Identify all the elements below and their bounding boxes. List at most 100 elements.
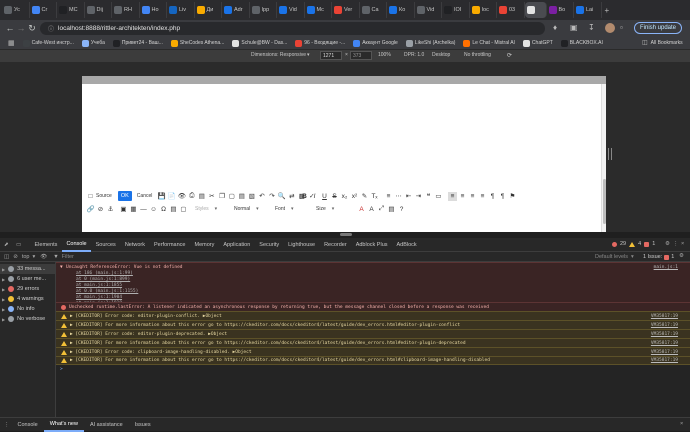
devtools-tab[interactable]: Lighthouse [284,238,320,252]
settings-icon[interactable]: ⚙ [665,241,670,247]
indent-icon[interactable]: ⇥ [414,192,423,201]
sidebar-filter-item[interactable]: ▶ 33 messa... [0,264,55,274]
levels-select[interactable]: Default levels ▾ [595,254,634,260]
save-icon[interactable]: 💾 [157,192,166,201]
undo-icon[interactable]: ↶ [257,192,266,201]
cancel-button[interactable]: Cancel [137,193,153,199]
devtools-tab[interactable]: Performance [149,238,190,252]
devtools-tab[interactable]: Console [61,238,92,252]
all-bookmarks[interactable]: ◫ All Bookmarks [642,39,683,47]
finish-update-button[interactable]: Finish update [634,22,683,34]
devtools-tab[interactable]: AdBlock [392,238,421,252]
more-icon[interactable]: ⋮ [673,241,679,247]
new-page-icon[interactable]: 📄 [167,192,176,201]
address-input[interactable]: ⓘ localhost:8888/rittler-architekten/ind… [40,22,545,35]
browser-tab[interactable]: Ус [2,2,30,18]
devtools-tab[interactable]: Sources [91,238,120,252]
close-icon[interactable]: × [681,241,684,247]
copy-format-icon[interactable]: ✎ [360,192,369,201]
rotate-icon[interactable]: ⟳ [507,52,512,59]
browser-tab[interactable]: Іос [470,2,497,18]
browser-tab[interactable]: Ca [360,2,387,18]
browser-tab[interactable]: MC [57,2,85,18]
height-input[interactable]: 373 [350,51,372,60]
format-select[interactable]: Normal ▾ [234,206,274,212]
sidebar-filter-item[interactable]: ▶ 6 user me... [2,274,46,284]
bold-icon[interactable]: B [300,192,309,201]
subscript-icon[interactable]: x₂ [340,192,349,201]
screenshot-icon[interactable]: ▣ [570,23,578,32]
sidebar-filter-item[interactable]: ▶ 4 warnings [2,294,44,304]
language-icon[interactable]: ⚑ [508,192,517,201]
warning-row[interactable]: ▶ [CKEDITOR] Error code: editor-plugin-c… [56,311,690,320]
anchor-icon[interactable]: ⚓ [106,205,115,214]
clear-console-icon[interactable]: ⊘ [13,254,18,260]
browser-tab[interactable]: Cr [30,2,57,18]
drawer-tab[interactable]: Console [12,418,44,432]
bulleted-list-icon[interactable]: ⋯ [394,192,403,201]
drawer-tab[interactable]: AI assistance [84,418,129,432]
div-icon[interactable]: ▭ [434,192,443,201]
browser-tab[interactable]: Bo [547,2,574,18]
sidebar-filter-item[interactable]: ▶ No verbose [2,314,45,324]
issues-badge[interactable]: 1 Issue: 1 [643,254,674,260]
link-icon[interactable]: 🔗 [86,205,95,214]
context-select[interactable]: top ▾ [22,254,35,260]
device-select[interactable]: Desktop [432,52,450,58]
dpr-select[interactable]: DPR: 1.0 [404,52,424,58]
bg-color-icon[interactable]: A [367,205,376,214]
inspect-icon[interactable]: ⬈ [4,242,14,248]
bookmark-item[interactable]: BLACKBOX.AI [560,39,603,47]
reload-icon[interactable]: ↻ [26,23,38,34]
outdent-icon[interactable]: ⇤ [404,192,413,201]
browser-tab[interactable]: RH [112,2,140,18]
bookmark-item[interactable]: Cafe-West инстр... [22,39,74,47]
browser-tab[interactable]: Ди [195,2,222,18]
source-button[interactable]: Source [96,193,112,199]
avatar[interactable] [605,23,615,33]
browser-tab[interactable] [524,2,547,18]
templates-icon[interactable]: ▤ [197,192,206,201]
bookmark-item[interactable]: Schule@BW - Das... [232,39,287,47]
align-left-icon[interactable]: ≡ [448,191,457,201]
error-message-runtime[interactable]: Unchecked runtime.lastError: A listener … [56,302,690,311]
bookmark-item[interactable]: Аккаунт Google [353,39,398,47]
bookmark-item[interactable]: LikeShi (Archelka) [405,39,455,47]
filter-input[interactable]: ▼ Filter [53,254,573,260]
table-icon[interactable]: ▦ [129,205,138,214]
unlink-icon[interactable]: ⊘ [96,205,105,214]
iframe-icon[interactable]: ▢ [179,205,188,214]
bookmark-item[interactable]: SheCodes Athena... [170,39,224,47]
browser-tab[interactable]: Liv [167,2,195,18]
devtools-tab[interactable]: Security [255,238,284,252]
align-right-icon[interactable]: ≡ [468,192,477,201]
scrollbar-thumb[interactable] [603,179,606,224]
drawer-tab[interactable]: Issues [129,418,157,432]
smiley-icon[interactable]: ☺ [149,205,158,214]
browser-tab[interactable]: 03 [497,2,525,18]
redo-icon[interactable]: ↷ [267,192,276,201]
superscript-icon[interactable]: x² [350,192,359,201]
devtools-tab[interactable]: Application [219,238,255,252]
size-select[interactable]: Size ▾ [316,206,356,212]
cut-icon[interactable]: ✂ [207,192,216,201]
preview-icon[interactable]: 👁 [177,192,186,201]
device-mode-icon[interactable]: ▭ [16,242,26,248]
blockquote-icon[interactable]: ❝ [424,192,433,201]
browser-tab[interactable]: Vid [277,2,305,18]
warning-row[interactable]: ▶ [CKEDITOR] Error code: clipboard-image… [56,347,690,356]
ok-button[interactable]: OK [117,191,132,201]
width-input[interactable]: 1271 [320,51,342,60]
show-blocks-icon[interactable]: ▤ [387,205,396,214]
special-char-icon[interactable]: Ω [159,205,168,214]
drawer-tab[interactable]: What's new [43,418,84,432]
drawer-close-icon[interactable]: × [680,421,683,427]
browser-tab[interactable]: IOI [442,2,470,18]
hr-icon[interactable]: — [139,205,148,214]
devtools-tab[interactable]: Adblock Plus [351,238,392,252]
zoom-select[interactable]: 100% [378,52,391,58]
browser-tab[interactable]: Vid [415,2,442,18]
print-icon[interactable]: ⎙ [187,192,196,201]
remove-format-icon[interactable]: Tₓ [370,192,379,201]
expand-arrow-icon[interactable]: ▼ [60,265,63,270]
